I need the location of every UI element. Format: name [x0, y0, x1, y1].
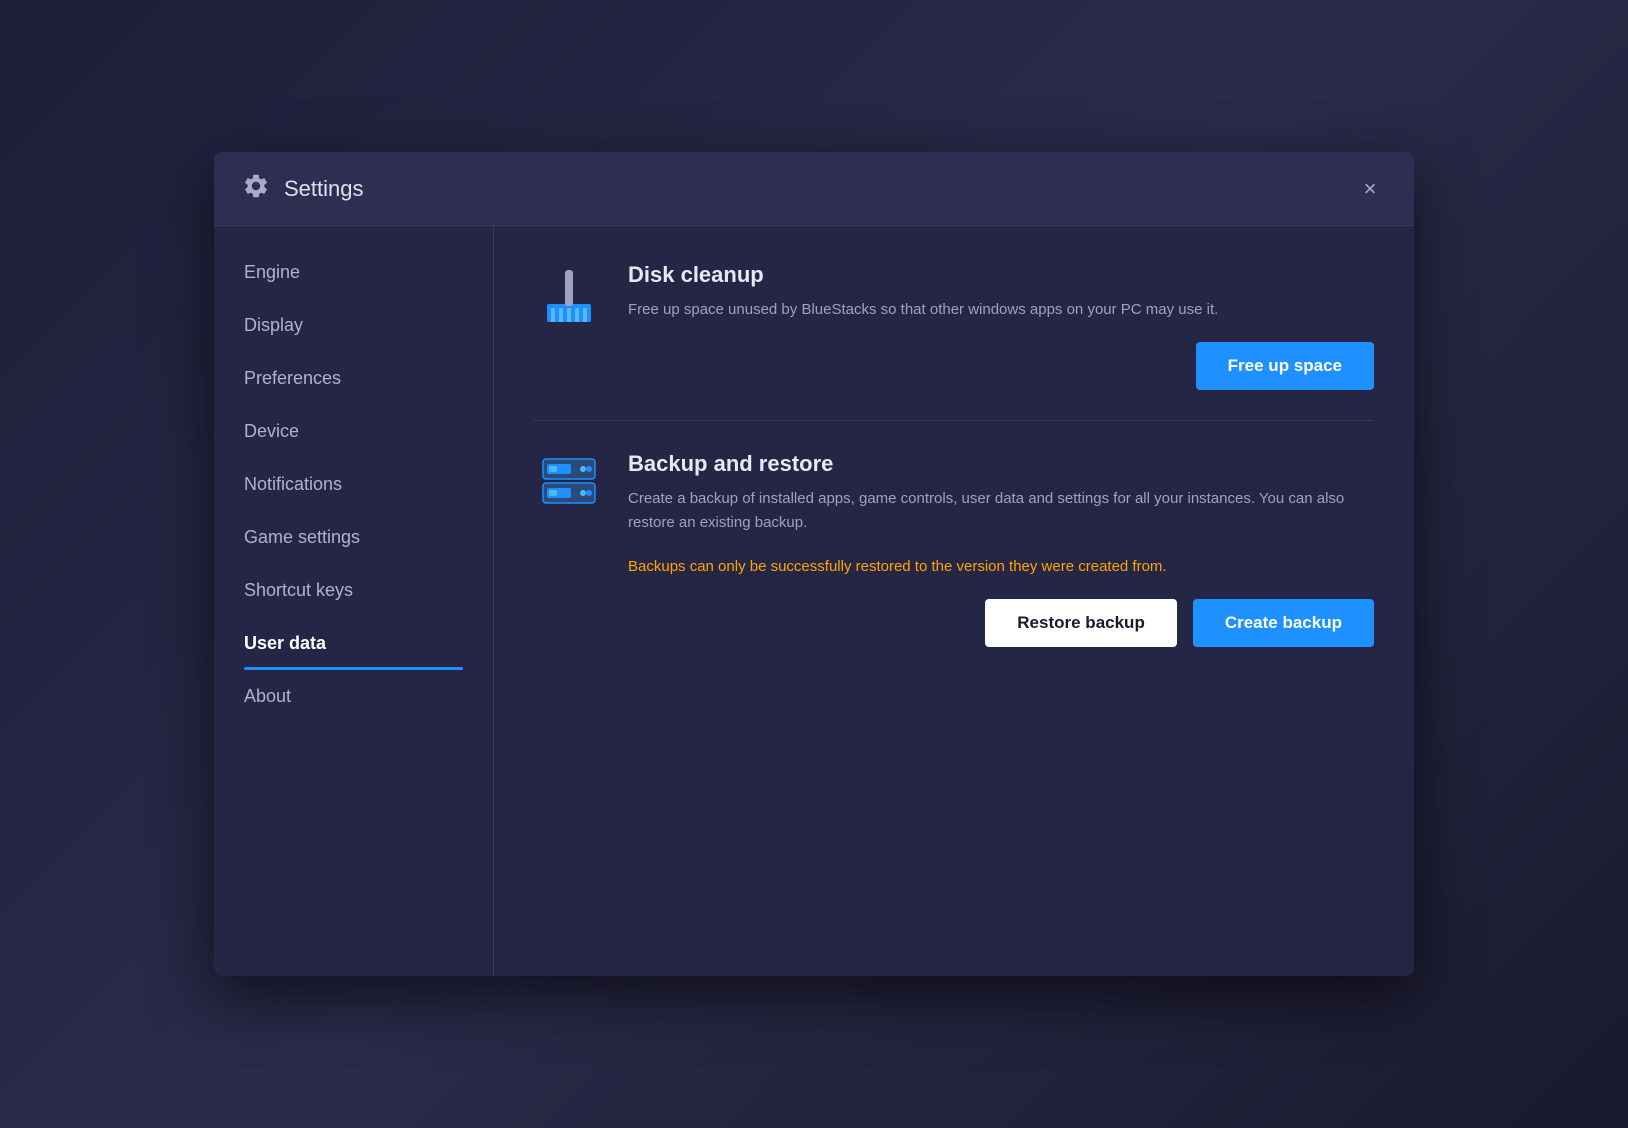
sidebar-item-preferences[interactable]: Preferences — [214, 352, 493, 405]
sidebar-item-user-data[interactable]: User data — [214, 617, 493, 670]
modal-body: Engine Display Preferences Device Notifi… — [214, 226, 1414, 976]
sidebar-item-display[interactable]: Display — [214, 299, 493, 352]
disk-cleanup-description: Free up space unused by BlueStacks so th… — [628, 298, 1374, 322]
disk-cleanup-inner: Disk cleanup Free up space unused by Blu… — [534, 262, 1374, 390]
backup-icon — [534, 455, 604, 510]
sidebar-item-device[interactable]: Device — [214, 405, 493, 458]
main-content: Disk cleanup Free up space unused by Blu… — [494, 226, 1414, 976]
free-up-space-button[interactable]: Free up space — [1196, 342, 1374, 390]
backup-restore-inner: Backup and restore Create a backup of in… — [534, 451, 1374, 647]
backup-restore-actions: Restore backup Create backup — [628, 599, 1374, 647]
backup-restore-title: Backup and restore — [628, 451, 1374, 477]
gear-icon — [242, 172, 270, 205]
backup-warning: Backups can only be successfully restore… — [628, 555, 1374, 579]
create-backup-button[interactable]: Create backup — [1193, 599, 1374, 647]
sidebar: Engine Display Preferences Device Notifi… — [214, 226, 494, 976]
section-divider — [534, 420, 1374, 421]
backup-restore-content: Backup and restore Create a backup of in… — [628, 451, 1374, 647]
modal-header: Settings × — [214, 152, 1414, 226]
disk-cleanup-icon — [534, 266, 604, 331]
sidebar-item-shortcut-keys[interactable]: Shortcut keys — [214, 564, 493, 617]
disk-cleanup-actions: Free up space — [628, 342, 1374, 390]
settings-modal: Settings × Engine Display Preferences De… — [214, 152, 1414, 976]
disk-cleanup-content: Disk cleanup Free up space unused by Blu… — [628, 262, 1374, 390]
sidebar-item-notifications[interactable]: Notifications — [214, 458, 493, 511]
backup-restore-description: Create a backup of installed apps, game … — [628, 487, 1374, 535]
backup-restore-section: Backup and restore Create a backup of in… — [534, 451, 1374, 647]
settings-title: Settings — [284, 176, 364, 202]
disk-cleanup-title: Disk cleanup — [628, 262, 1374, 288]
sidebar-item-about[interactable]: About — [214, 670, 493, 723]
header-left: Settings — [242, 172, 364, 205]
restore-backup-button[interactable]: Restore backup — [985, 599, 1177, 647]
sidebar-item-engine[interactable]: Engine — [214, 246, 493, 299]
sidebar-item-game-settings[interactable]: Game settings — [214, 511, 493, 564]
disk-cleanup-section: Disk cleanup Free up space unused by Blu… — [534, 262, 1374, 390]
close-icon[interactable]: × — [1354, 173, 1386, 205]
